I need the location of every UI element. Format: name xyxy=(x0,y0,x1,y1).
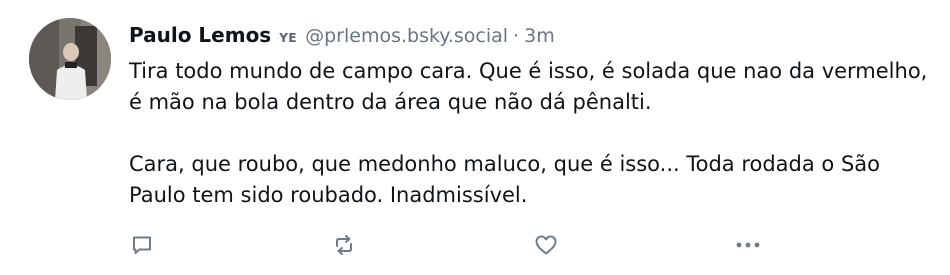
post-text: Tira todo mundo de campo cara. Que é iss… xyxy=(129,56,929,211)
repost-arrows-icon xyxy=(336,235,352,255)
like-button[interactable] xyxy=(533,232,559,258)
author-badge: YE xyxy=(279,31,298,45)
repost-button[interactable] xyxy=(331,232,357,258)
reply-button[interactable] xyxy=(129,232,155,258)
post-actions xyxy=(129,232,789,258)
speech-bubble-icon xyxy=(133,236,151,254)
author-display-name[interactable]: Paulo Lemos xyxy=(129,18,271,52)
post-timestamp[interactable]: 3m xyxy=(524,19,555,53)
post-paragraph: Cara, que roubo, que medonho maluco, que… xyxy=(129,152,887,207)
meta-separator: · xyxy=(513,25,520,47)
avatar-photo xyxy=(29,18,111,100)
heart-icon xyxy=(535,235,557,255)
post-paragraph: Tira todo mundo de campo cara. Que é iss… xyxy=(129,59,935,114)
post-card[interactable]: Paulo Lemos YE @prlemos.bsky.social · 3m… xyxy=(0,0,950,275)
author-handle[interactable]: @prlemos.bsky.social xyxy=(305,19,508,53)
ellipsis-icon xyxy=(736,242,760,248)
post-header: Paulo Lemos YE @prlemos.bsky.social · 3m xyxy=(129,18,929,52)
author-avatar[interactable] xyxy=(29,18,111,100)
more-options-button[interactable] xyxy=(735,232,761,258)
post-content: Paulo Lemos YE @prlemos.bsky.social · 3m… xyxy=(129,18,929,211)
